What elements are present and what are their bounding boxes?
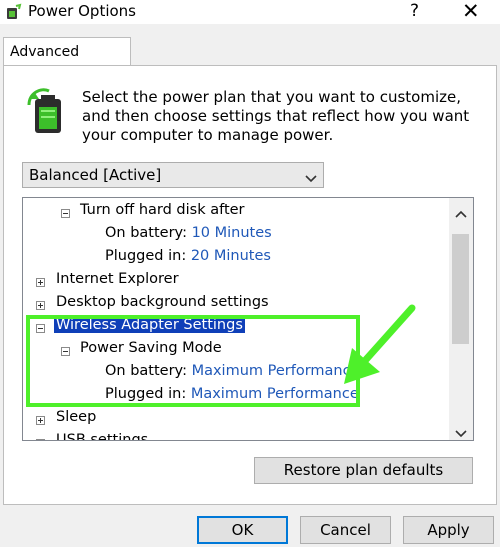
scroll-up-icon[interactable]: [455, 206, 467, 222]
ok-button[interactable]: OK: [197, 516, 288, 544]
scroll-down-icon[interactable]: [455, 426, 467, 442]
tree-item-usb-settings[interactable]: USB settings: [56, 432, 148, 440]
window-title: Power Options: [28, 2, 136, 20]
tab-advanced-settings[interactable]: Advanced settings: [3, 37, 131, 89]
title-bar: Power Options ? ✕: [0, 0, 500, 24]
tree-scrollbar[interactable]: [449, 198, 473, 440]
expand-icon[interactable]: [36, 416, 45, 425]
help-button[interactable]: ?: [410, 1, 419, 21]
expand-icon[interactable]: [36, 301, 45, 310]
tree-item-desktop-background[interactable]: Desktop background settings: [56, 294, 269, 310]
power-options-icon: [4, 3, 22, 25]
battery-icon: [27, 85, 71, 139]
power-plan-select[interactable]: Balanced [Active]: [22, 162, 324, 188]
tree-item-hard-disk[interactable]: Turn off hard disk after: [80, 202, 245, 218]
collapse-icon[interactable]: [61, 209, 70, 218]
annotation-arrow-icon: [340, 300, 420, 394]
apply-button[interactable]: Apply: [403, 516, 494, 544]
tree-subitem-on-battery[interactable]: On battery: 10 Minutes: [105, 225, 272, 241]
tree-item-internet-explorer[interactable]: Internet Explorer: [56, 271, 179, 287]
expand-icon[interactable]: [36, 439, 45, 440]
expand-icon[interactable]: [36, 278, 45, 287]
plugged-in-label: Plugged in:: [105, 248, 187, 264]
chevron-down-icon: [305, 171, 317, 187]
on-battery-value[interactable]: 10 Minutes: [192, 225, 272, 241]
on-battery-label: On battery:: [105, 225, 187, 241]
cancel-button[interactable]: Cancel: [300, 516, 391, 544]
plan-description: Select the power plan that you want to c…: [82, 88, 470, 144]
tree-subitem-plugged-in[interactable]: Plugged in: 20 Minutes: [105, 248, 271, 264]
power-plan-value: Balanced [Active]: [29, 166, 162, 184]
highlight-box: [26, 315, 360, 407]
tree-item-sleep[interactable]: Sleep: [56, 409, 96, 425]
close-button[interactable]: ✕: [462, 0, 480, 23]
plugged-in-value[interactable]: 20 Minutes: [191, 248, 271, 264]
scroll-thumb[interactable]: [452, 234, 469, 344]
restore-defaults-button[interactable]: Restore plan defaults: [254, 457, 473, 484]
